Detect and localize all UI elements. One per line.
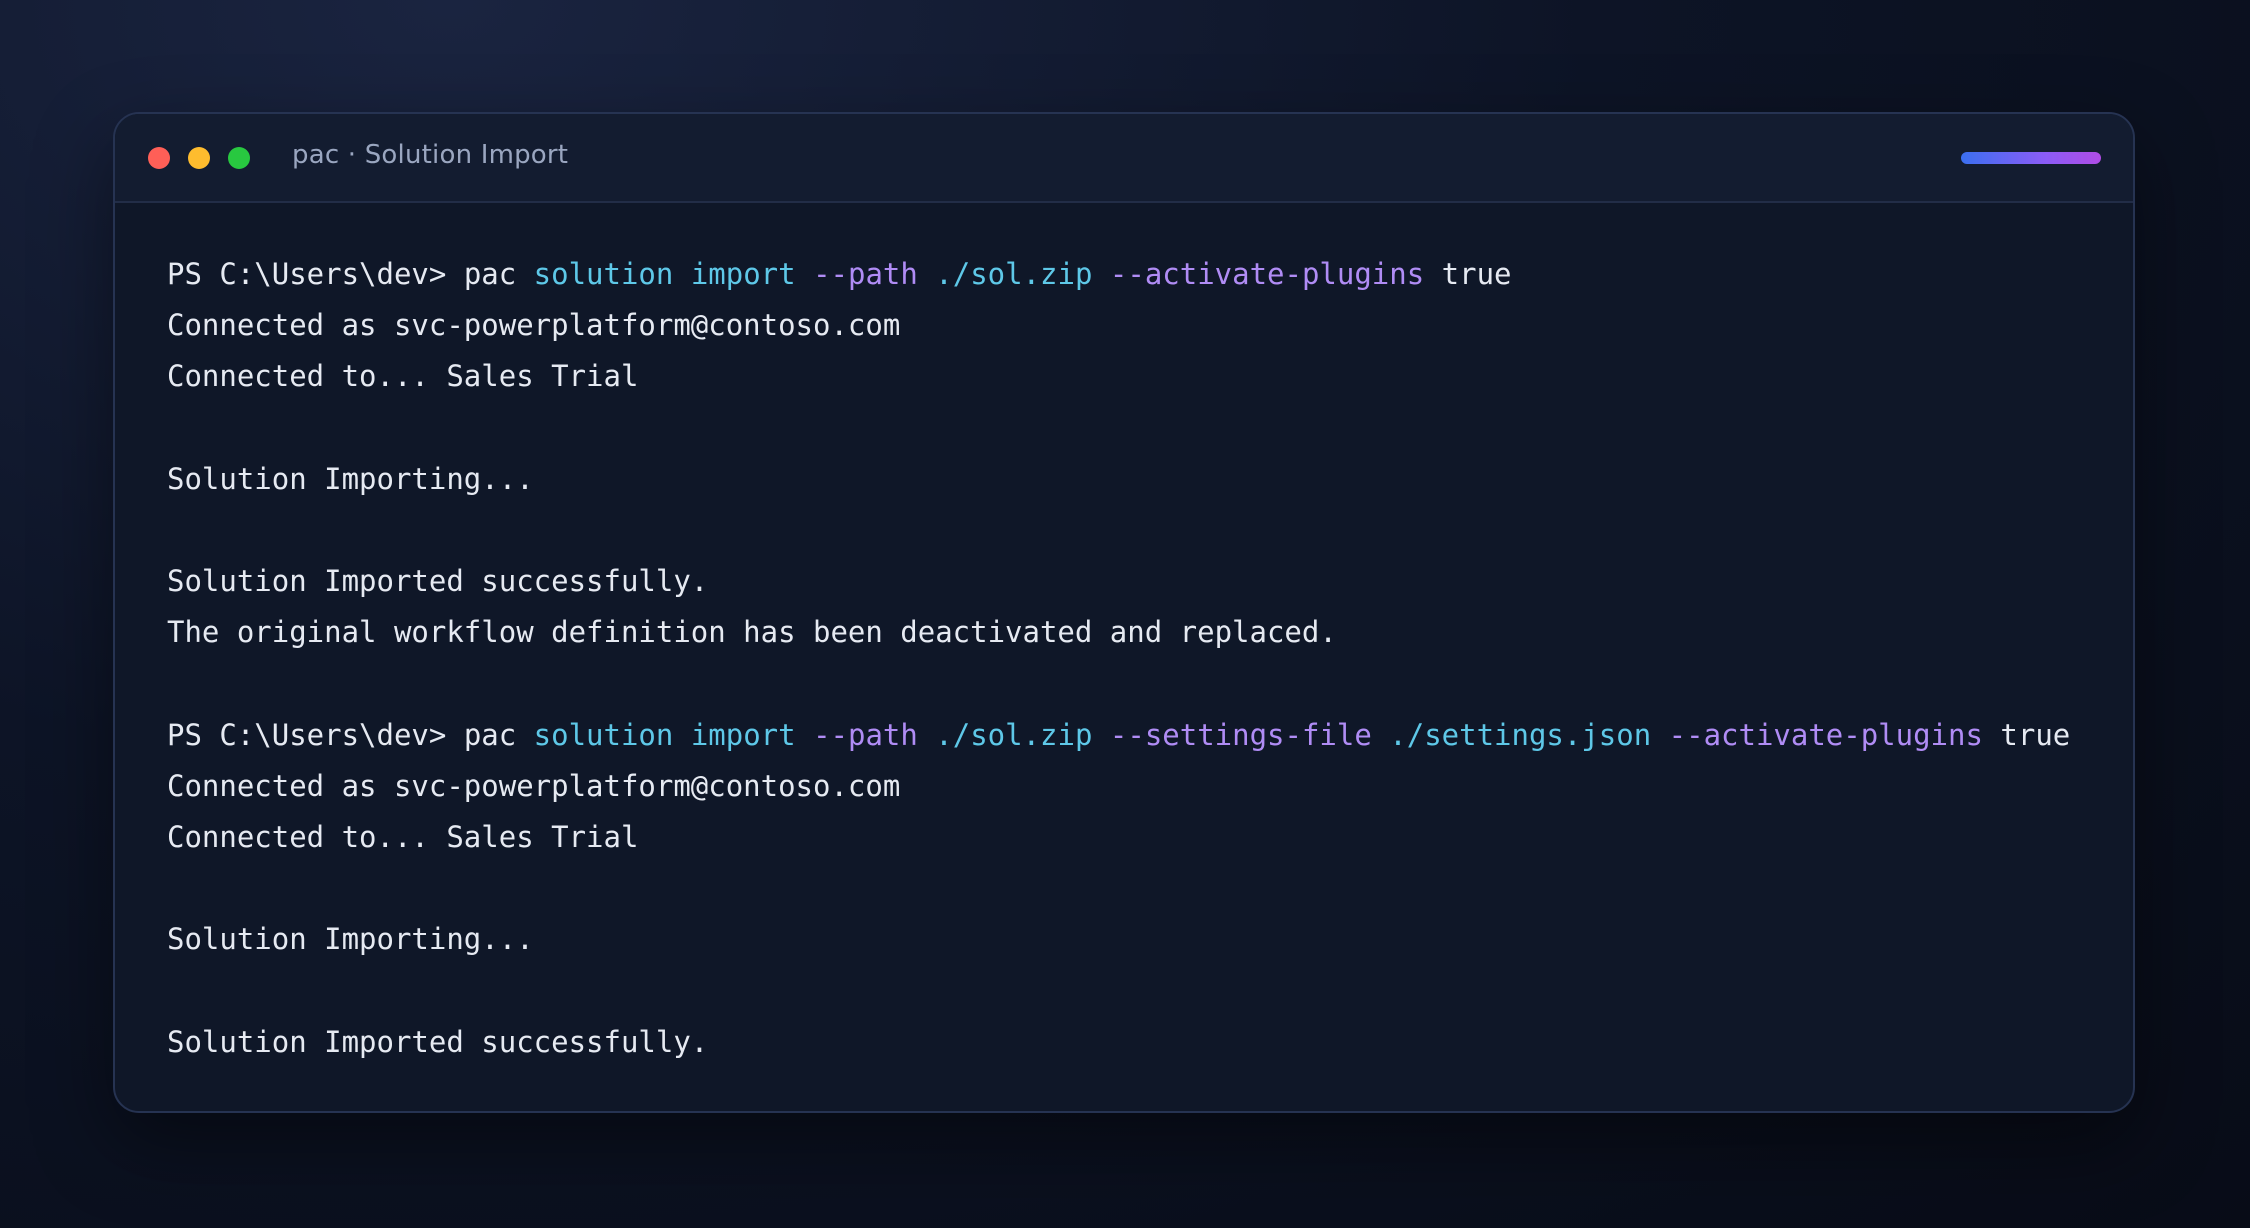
command-program: pac [463,717,517,752]
command-flag: --activate-plugins [1668,717,1983,752]
output-line: Connected to... Sales Trial [167,359,639,394]
output-line: Solution Imported successfully. [167,564,709,599]
command-flag: --path [813,257,918,291]
command-subcommand: solution [533,257,674,291]
command-value: true [2000,717,2071,752]
close-window-icon[interactable] [148,147,170,169]
maximize-window-icon[interactable] [228,147,250,169]
output-line: Solution Imported successfully. [167,1024,709,1059]
command-subcommand: solution [533,717,674,752]
command-subcommand: import [690,717,796,752]
command-subcommand: import [690,257,796,291]
output-line: Connected as svc-powerplatform@contoso.c… [167,308,901,343]
terminal-window: pac · Solution Import PS C:\Users\dev> p… [113,112,2135,1113]
title-bar: pac · Solution Import [115,114,2133,203]
command-program: pac [463,257,517,291]
command-line-1: PS C:\Users\dev> pac solution import --p… [167,249,2103,300]
output-line: Connected to... Sales Trial [167,820,639,855]
output-line: Solution Importing... [167,922,534,957]
command-argument: ./sol.zip [935,717,1093,752]
prompt: PS C:\Users\dev> [167,257,464,291]
command-flag: --activate-plugins [1109,257,1425,291]
command-argument: ./sol.zip [935,257,1093,291]
command-value: true [1441,257,1512,291]
command-flag: --settings-file [1109,717,1372,752]
minimize-window-icon[interactable] [188,147,210,169]
window-title: pac · Solution Import [292,140,569,170]
command-flag: --path [813,717,918,752]
prompt: PS C:\Users\dev> [167,717,464,752]
terminal-output[interactable]: PS C:\Users\dev> pac solution import --p… [167,249,2103,1068]
output-line: Connected as svc-powerplatform@contoso.c… [167,768,901,803]
accent-bar [1961,152,2101,164]
command-line-2: PS C:\Users\dev> pac solution import --p… [167,710,2103,761]
command-argument: ./settings.json [1389,717,1652,752]
output-line: Solution Importing... [167,461,534,496]
output-line: The original workflow definition has bee… [167,615,1337,650]
